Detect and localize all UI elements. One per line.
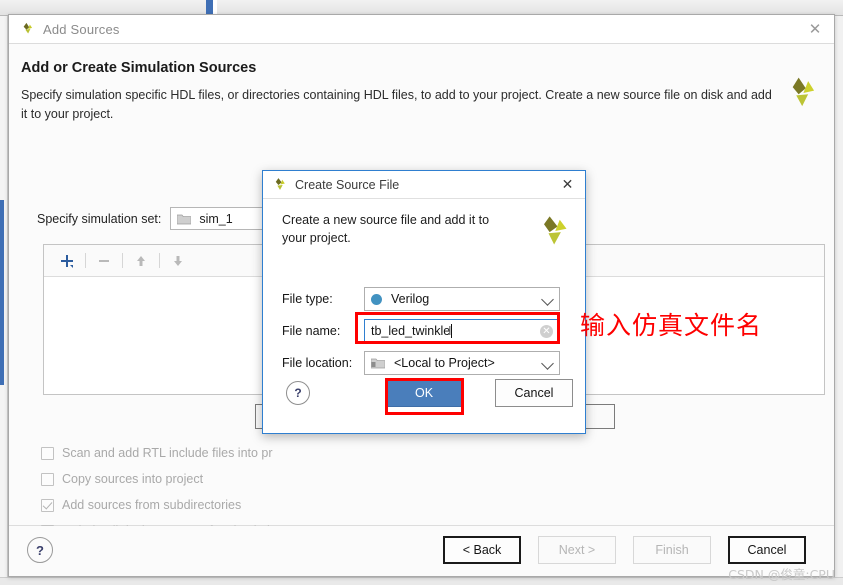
help-button[interactable]: ?	[27, 537, 53, 563]
file-type-dropdown[interactable]: Verilog	[364, 287, 560, 311]
annotation-text: 输入仿真文件名	[580, 311, 763, 340]
create-source-file-dialog: Create Source File ✕ Create a new source…	[262, 170, 586, 434]
checkbox-box	[41, 498, 54, 512]
screenshot-root: Add Sources ✕ Add or Create Simulation S…	[0, 0, 843, 585]
file-location-label: File location:	[282, 356, 353, 370]
plus-icon	[61, 254, 73, 268]
finish-button: Finish	[633, 536, 711, 564]
dialog-buttons: ? OK Cancel	[282, 379, 573, 413]
vivado-logo-icon	[275, 178, 285, 190]
wizard-footer: ? < Back Next > Finish Cancel	[9, 526, 834, 576]
simulation-set-label: Specify simulation set:	[37, 211, 162, 226]
file-location-dropdown[interactable]: <Local to Project>	[364, 351, 560, 375]
file-name-input[interactable]: tb_led_twinkle I ✕	[364, 319, 560, 343]
back-button[interactable]: < Back	[443, 536, 521, 564]
file-name-label: File name:	[282, 324, 341, 338]
dialog-description: Create a new source file and add it to y…	[282, 213, 490, 245]
simulation-set-value: sim_1	[199, 211, 233, 226]
vivado-logo-icon	[792, 77, 815, 107]
chevron-down-icon	[541, 357, 554, 370]
ibeam-cursor-icon: I	[448, 323, 452, 338]
vivado-logo-icon	[23, 22, 33, 34]
add-files-button[interactable]	[54, 249, 80, 273]
page-description: Specify simulation specific HDL files, o…	[21, 88, 772, 121]
file-name-row: File name: tb_led_twinkle I ✕	[282, 315, 572, 347]
checkbox-add-subdirectories[interactable]: Add sources from subdirectories	[41, 492, 284, 518]
file-type-row: File type: Verilog	[282, 283, 572, 315]
vivado-logo-icon	[544, 216, 567, 245]
next-button: Next >	[538, 536, 616, 564]
arrow-down-icon	[174, 255, 182, 266]
folder-icon	[177, 214, 192, 224]
ok-button[interactable]: OK	[385, 379, 463, 407]
move-up-button[interactable]	[128, 249, 154, 273]
checkbox-box	[41, 446, 54, 460]
minus-icon	[99, 259, 109, 262]
file-location-value: <Local to Project>	[394, 356, 495, 370]
checkbox-label: Scan and add RTL include files into pr	[62, 446, 273, 460]
clear-icon[interactable]: ✕	[540, 325, 553, 338]
window-titlebar: Add Sources ✕	[9, 15, 834, 44]
dialog-help-button[interactable]: ?	[286, 381, 310, 405]
watermark: CSDN @俊童:CPU	[728, 567, 835, 582]
remove-files-button[interactable]	[91, 249, 117, 273]
create-file-form: File type: Verilog File name: tb_led_twi…	[282, 283, 572, 379]
toolbar-separator	[85, 253, 86, 268]
dialog-cancel-button[interactable]: Cancel	[495, 379, 573, 407]
desktop-bottom-strip	[0, 577, 843, 585]
toolbar-separator	[159, 253, 160, 268]
window-title: Add Sources	[43, 21, 120, 37]
file-location-row: File location: <Local to Project>	[282, 347, 572, 379]
desktop-right-pane	[835, 16, 843, 585]
file-name-value: tb_led_twinkle	[371, 324, 451, 338]
dialog-title: Create Source File	[295, 177, 400, 192]
dialog-titlebar: Create Source File ✕	[263, 171, 585, 199]
toolbar-separator	[122, 253, 123, 268]
checkbox-label: Add sources from subdirectories	[62, 498, 242, 512]
checkbox-copy-sources[interactable]: Copy sources into project	[41, 466, 284, 492]
checkbox-box	[41, 472, 54, 486]
page-title: Add or Create Simulation Sources	[21, 60, 257, 76]
file-type-label: File type:	[282, 292, 333, 306]
checkbox-label: Copy sources into project	[62, 472, 204, 486]
cancel-button[interactable]: Cancel	[728, 536, 806, 564]
file-type-value: Verilog	[391, 292, 430, 306]
navigation-buttons: < Back Next > Finish Cancel	[443, 536, 806, 564]
folder-icon	[371, 358, 385, 369]
close-icon[interactable]: ✕	[559, 176, 576, 193]
verilog-dot-icon	[371, 293, 382, 305]
chevron-down-icon	[541, 293, 554, 306]
checkbox-scan-rtl-include[interactable]: Scan and add RTL include files into pr	[41, 440, 284, 466]
desktop-left-accent	[0, 200, 4, 385]
close-icon[interactable]: ✕	[806, 21, 824, 39]
move-down-button[interactable]	[165, 249, 191, 273]
arrow-up-icon	[137, 255, 145, 266]
